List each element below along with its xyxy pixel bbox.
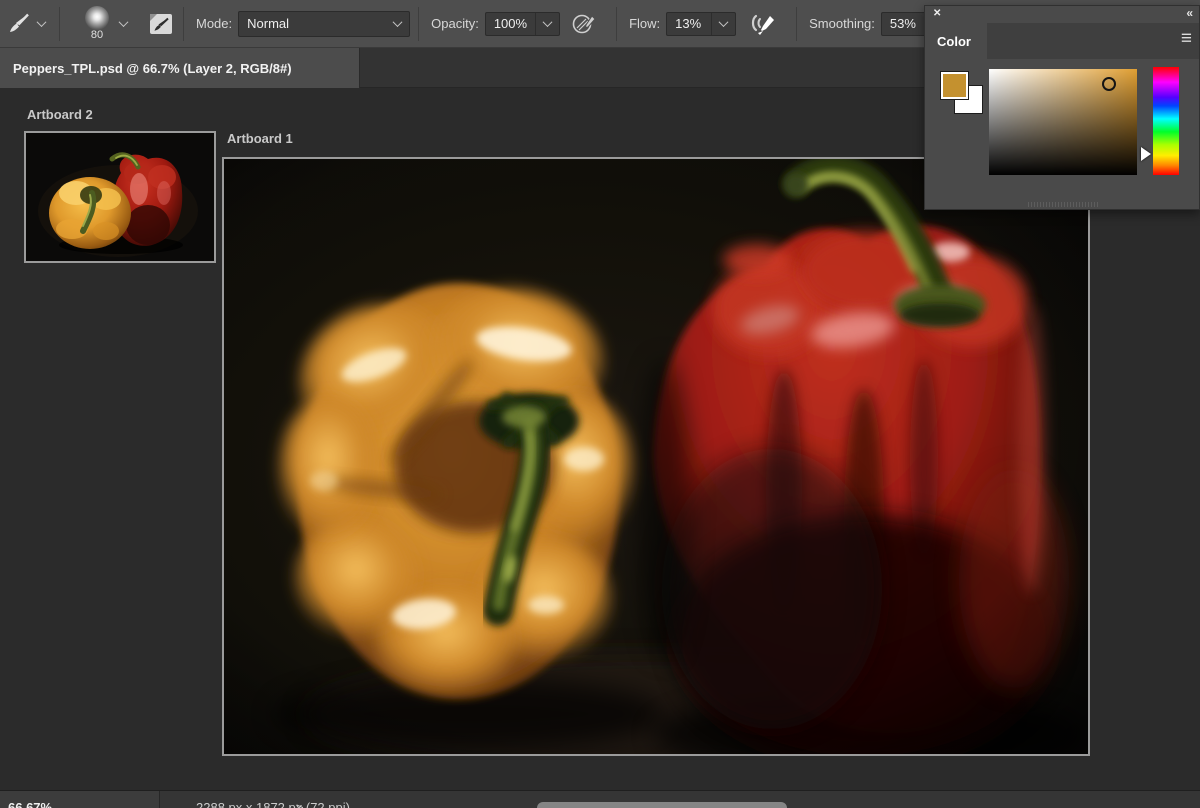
- document-tab[interactable]: Peppers_TPL.psd @ 66.7% (Layer 2, RGB/8#…: [0, 48, 360, 88]
- flow-dropdown[interactable]: 13%: [666, 12, 736, 36]
- blend-mode-dropdown[interactable]: Normal: [238, 11, 410, 37]
- artboard-2-label[interactable]: Artboard 2: [27, 107, 93, 122]
- pressure-opacity-toggle-button[interactable]: [570, 10, 598, 38]
- collapse-panel-icon[interactable]: «: [1186, 6, 1192, 20]
- flow-chevron[interactable]: [711, 13, 735, 35]
- close-icon[interactable]: ✕: [933, 8, 941, 19]
- opacity-chevron-icon: [543, 17, 553, 27]
- panel-menu-icon[interactable]: ≡: [1181, 29, 1192, 48]
- divider: [796, 7, 797, 41]
- color-panel-tabs: Color ≡: [925, 23, 1199, 59]
- artboard-1-canvas[interactable]: [222, 157, 1090, 756]
- reference-photo-peppers: [26, 133, 214, 261]
- flow-label: Flow:: [629, 16, 660, 31]
- brush-size-picker[interactable]: 80: [68, 6, 133, 41]
- mode-label: Mode:: [196, 16, 232, 31]
- status-bar: 66.67% 2288 px x 1872 px (72 ppi) >: [0, 790, 1200, 808]
- divider: [183, 7, 184, 41]
- airbrush-toggle-button[interactable]: [746, 10, 778, 38]
- document-dimensions: 2288 px x 1872 px (72 ppi): [196, 800, 350, 808]
- status-options-chevron-icon[interactable]: >: [296, 800, 304, 808]
- brush-preset-chevron-icon: [37, 17, 47, 27]
- brush-tool-icon: [6, 11, 32, 37]
- smoothing-label: Smoothing:: [809, 16, 875, 31]
- zoom-level-value: 66.67%: [8, 800, 52, 808]
- divider: [418, 7, 419, 41]
- brush-size-chevron-icon: [119, 17, 129, 27]
- opacity-chevron[interactable]: [535, 13, 559, 35]
- color-panel-header: ✕ «: [925, 6, 1199, 23]
- brush-size-value: 80: [91, 29, 103, 41]
- pepper-painting: [224, 159, 1088, 754]
- panel-resize-grip[interactable]: [1028, 202, 1098, 207]
- color-tab-label: Color: [937, 34, 971, 49]
- flow-value: 13%: [667, 16, 711, 31]
- color-panel-body: [925, 59, 1199, 200]
- blend-mode-value: Normal: [247, 16, 289, 31]
- flow-chevron-icon: [719, 17, 729, 27]
- opacity-dropdown[interactable]: 100%: [485, 12, 560, 36]
- soft-round-brush-icon: [85, 6, 109, 30]
- brush-tool-preset[interactable]: [0, 11, 51, 37]
- blend-mode-chevron-icon: [393, 17, 403, 27]
- document-tab-title: Peppers_TPL.psd @ 66.7% (Layer 2, RGB/8#…: [13, 61, 292, 76]
- color-panel: ✕ « Color ≡: [924, 5, 1200, 210]
- zoom-level-field[interactable]: 66.67%: [0, 791, 160, 808]
- saturation-brightness-field[interactable]: [989, 69, 1137, 175]
- hue-slider-arrow-icon[interactable]: [1141, 147, 1151, 161]
- brush-tip-preview: 80: [80, 6, 114, 41]
- horizontal-scrollbar-thumb[interactable]: [537, 802, 787, 808]
- opacity-label: Opacity:: [431, 16, 479, 31]
- artboard-2-canvas[interactable]: [24, 131, 216, 263]
- opacity-value: 100%: [486, 16, 535, 31]
- tab-color[interactable]: Color: [925, 23, 987, 59]
- color-picker-ring-icon[interactable]: [1102, 77, 1116, 91]
- divider: [616, 7, 617, 41]
- divider: [59, 7, 60, 41]
- hue-ramp[interactable]: [1153, 67, 1179, 175]
- foreground-color-swatch[interactable]: [941, 72, 968, 99]
- toggle-brush-settings-button[interactable]: [147, 10, 175, 38]
- smoothing-value: 53%: [882, 16, 926, 31]
- artboard-1-label[interactable]: Artboard 1: [227, 131, 293, 146]
